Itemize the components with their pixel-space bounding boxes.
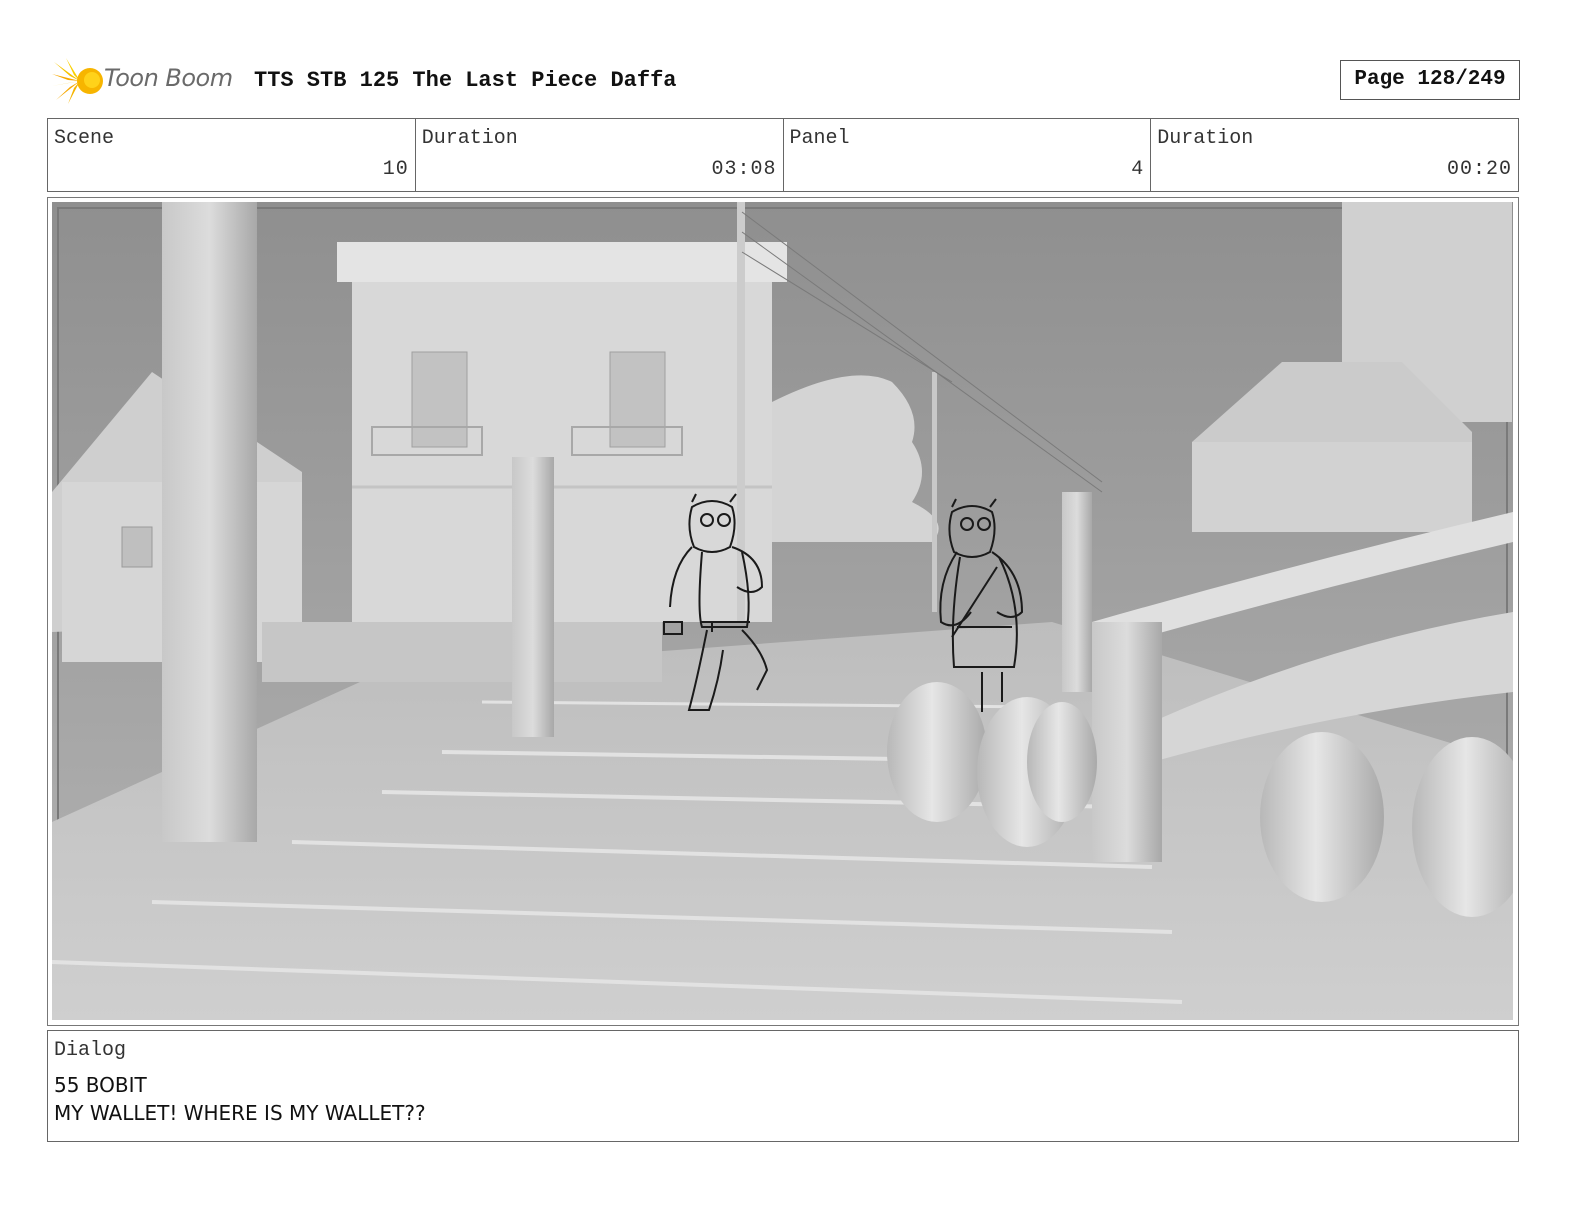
logo-text: Toon Boom <box>104 64 233 92</box>
dialog-box: Dialog 55 BOBIT MY WALLET! WHERE IS MY W… <box>47 1030 1519 1142</box>
panel-label: Panel <box>789 127 850 150</box>
panel-drawing <box>52 202 1513 1020</box>
dialog-text: MY WALLET! WHERE IS MY WALLET?? <box>54 1101 426 1125</box>
panel-value: 4 <box>1131 158 1145 181</box>
panel-duration-value: 00:20 <box>1446 158 1512 181</box>
starburst-icon <box>52 58 103 104</box>
scene-duration-value: 03:08 <box>711 158 777 181</box>
barrel <box>1260 732 1384 902</box>
pier-post-left <box>162 202 257 842</box>
scene-cell: Scene 10 <box>48 119 416 191</box>
panel-duration-cell: Duration 00:20 <box>1151 119 1518 191</box>
scene-value: 10 <box>382 158 409 181</box>
document-title: TTS STB 125 The Last Piece Daffa <box>254 68 677 93</box>
page-header: Toon Boom TTS STB 125 The Last Piece Daf… <box>52 56 1520 106</box>
scene-info-table: Scene 10 Duration 03:08 Panel 4 Duration… <box>47 118 1519 192</box>
dialog-label: Dialog <box>54 1039 127 1062</box>
panel-duration-label: Duration <box>1157 127 1254 150</box>
pier-post-right <box>1092 622 1162 862</box>
dialog-speaker: 55 BOBIT <box>54 1073 147 1097</box>
page-indicator: Page 128/249 <box>1340 60 1520 100</box>
toon-boom-logo: Toon Boom <box>52 56 242 106</box>
scene-duration-cell: Duration 03:08 <box>416 119 784 191</box>
storyboard-panel <box>47 197 1519 1026</box>
barrel <box>887 682 987 822</box>
scene-label: Scene <box>54 127 115 150</box>
panel-cell: Panel 4 <box>784 119 1152 191</box>
scene-duration-label: Duration <box>421 127 518 150</box>
pier-post-middle <box>512 457 554 737</box>
